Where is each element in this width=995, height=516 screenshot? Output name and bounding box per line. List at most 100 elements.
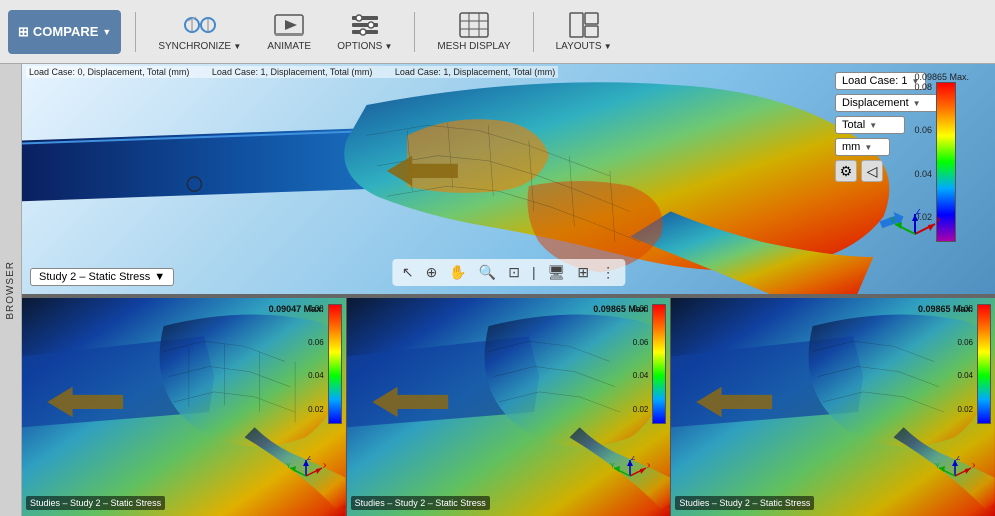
compare-button[interactable]: ⊞ COMPARE ▼	[8, 10, 121, 54]
sub-viewport-3[interactable]: 0.09865 Max. 0.08 0.06 0.04 0.02 X	[671, 298, 995, 516]
svg-text:Y: Y	[610, 463, 615, 470]
study-dropdown[interactable]: Study 2 – Static Stress ▼	[30, 268, 174, 286]
display-mode-button[interactable]: 🖥	[544, 262, 570, 283]
sub1-v3: 0.04	[308, 371, 324, 380]
svg-text:Y: Y	[935, 463, 940, 470]
svg-text:Z: Z	[916, 209, 921, 216]
sub3-v2: 0.06	[957, 338, 973, 347]
mm-arrow: ▼	[864, 143, 872, 152]
sub-axes-1: X Z Y	[286, 456, 326, 496]
sub-viewport-2[interactable]: 0.09865 Max. 0.08 0.06 0.04 0.02 X	[347, 298, 672, 516]
main-content-area: BROWSER	[0, 64, 995, 516]
toolbar-separator-3	[533, 12, 534, 52]
viewport-bottom-toolbar: ↖ ⊕ ✋ 🔍 ⊡ | 🖥 ⊞ ⋮	[392, 259, 625, 286]
sub2-v3: 0.04	[633, 371, 649, 380]
sub-axes-2: X Z Y	[610, 456, 650, 496]
svg-text:X: X	[972, 463, 975, 470]
main-viewport-caption: Load Case: 0, Displacement, Total (mm) L…	[26, 66, 558, 78]
main-viewport[interactable]: Load Case: 0, Displacement, Total (mm) L…	[22, 64, 995, 296]
select-tool-button[interactable]: ↖	[398, 262, 418, 283]
sub1-v1: 0.08	[308, 304, 324, 313]
legend-v2: 0.06	[914, 125, 932, 135]
main-toolbar: ⊞ COMPARE ▼ SYNCHRONIZE ANIMATE	[0, 0, 995, 64]
sub1-v2: 0.06	[308, 338, 324, 347]
bottom-panel: 0.09047 Max. 0.08 0.06 0.04 0.02 X	[22, 296, 995, 516]
options-label: OPTIONS	[337, 41, 392, 52]
caption-text-1: Load Case: 0, Displacement, Total (mm)	[29, 67, 189, 77]
sub-legend-2: 0.08 0.06 0.04 0.02	[633, 304, 667, 424]
browser-sidebar[interactable]: BROWSER	[0, 64, 22, 516]
study-dropdown-arrow: ▼	[154, 271, 165, 283]
mesh-display-label: MESH DISPLAY	[437, 41, 510, 52]
toolbar-separator	[135, 12, 136, 52]
zoom-tool-button[interactable]: 🔍	[475, 262, 500, 283]
synchronize-icon	[184, 11, 216, 39]
gear-button[interactable]: ⚙	[835, 160, 857, 182]
compare-label: COMPARE	[33, 24, 98, 39]
layouts-button[interactable]: LAYOUTS	[548, 7, 620, 56]
svg-text:Z: Z	[631, 456, 636, 462]
layouts-label: LAYOUTS	[556, 41, 612, 52]
sub-label-1: Studies – Study 2 – Static Stress	[26, 496, 165, 510]
fit-tool-button[interactable]: ⊡	[504, 262, 524, 283]
legend-v1: 0.08	[914, 82, 932, 92]
sub-legend-bar-3	[977, 304, 991, 424]
animate-label: ANIMATE	[267, 41, 311, 52]
svg-text:X: X	[647, 463, 650, 470]
svg-text:Y: Y	[286, 463, 291, 470]
svg-text:X: X	[323, 463, 326, 470]
browser-label: BROWSER	[5, 261, 16, 320]
total-arrow: ▼	[869, 121, 877, 130]
mm-dropdown[interactable]: mm ▼	[835, 138, 890, 156]
caption-text-2: Load Case: 1, Displacement, Total (mm)	[212, 67, 372, 77]
arrow-left-button[interactable]: ◁	[861, 160, 883, 182]
sub-label-3: Studies – Study 2 – Static Stress	[675, 496, 814, 510]
sub-axes-3: X Z Y	[935, 456, 975, 496]
sub-label-2: Studies – Study 2 – Static Stress	[351, 496, 490, 510]
options-icon	[349, 11, 381, 39]
pan-tool-button[interactable]: ✋	[445, 262, 470, 283]
sub3-v4: 0.02	[957, 405, 973, 414]
toolbar-separator-2	[414, 12, 415, 52]
study-label-text: Study 2 – Static Stress	[39, 271, 150, 283]
legend-v3: 0.04	[914, 169, 932, 179]
layouts-icon	[568, 11, 600, 39]
caption-text-3: Load Case: 1, Displacement, Total (mm)	[395, 67, 555, 77]
load-case-dropdown[interactable]: Load Case: 1 ▼	[835, 72, 926, 90]
total-dropdown[interactable]: Total ▼	[835, 116, 905, 134]
sub-viewport-1[interactable]: 0.09047 Max. 0.08 0.06 0.04 0.02 X	[22, 298, 347, 516]
sub2-v1: 0.08	[633, 304, 649, 313]
load-case-label: Load Case: 1	[842, 75, 907, 87]
legend-max-label: 0.09865 Max.	[914, 72, 969, 82]
sub-legend-bar-1	[328, 304, 342, 424]
animate-button[interactable]: ANIMATE	[259, 7, 319, 56]
gear-icon: ⚙	[840, 163, 853, 180]
sub2-v2: 0.06	[633, 338, 649, 347]
mesh-display-icon	[458, 11, 490, 39]
compare-dropdown-arrow: ▼	[102, 27, 111, 37]
sub-legend-bar-2	[652, 304, 666, 424]
more-options-button[interactable]: ⋮	[597, 262, 619, 283]
coordinate-axes-svg: X Z Y	[890, 209, 940, 259]
mm-label: mm	[842, 141, 860, 153]
options-button[interactable]: OPTIONS	[329, 7, 400, 56]
synchronize-label: SYNCHRONIZE	[158, 41, 241, 52]
viewport-area: Load Case: 0, Displacement, Total (mm) L…	[22, 64, 995, 516]
rotate-tool-button[interactable]: ⊕	[422, 262, 442, 283]
mesh-display-button[interactable]: MESH DISPLAY	[429, 7, 518, 56]
sub2-v4: 0.02	[633, 405, 649, 414]
total-label: Total	[842, 119, 865, 131]
compare-icon: ⊞	[18, 24, 29, 40]
arrow-left-icon: ◁	[867, 163, 878, 180]
svg-text:Z: Z	[307, 456, 312, 462]
displacement-label: Displacement	[842, 97, 909, 109]
svg-text:Y: Y	[890, 216, 896, 225]
sub3-v1: 0.08	[957, 304, 973, 313]
synchronize-button[interactable]: SYNCHRONIZE	[150, 7, 249, 56]
sub-legend-1: 0.08 0.06 0.04 0.02	[308, 304, 342, 424]
sub-legend-3: 0.08 0.06 0.04 0.02	[957, 304, 991, 424]
sub1-v4: 0.02	[308, 405, 324, 414]
grid-button[interactable]: ⊞	[573, 262, 593, 283]
sub3-v3: 0.04	[957, 371, 973, 380]
svg-text:X: X	[936, 216, 940, 225]
